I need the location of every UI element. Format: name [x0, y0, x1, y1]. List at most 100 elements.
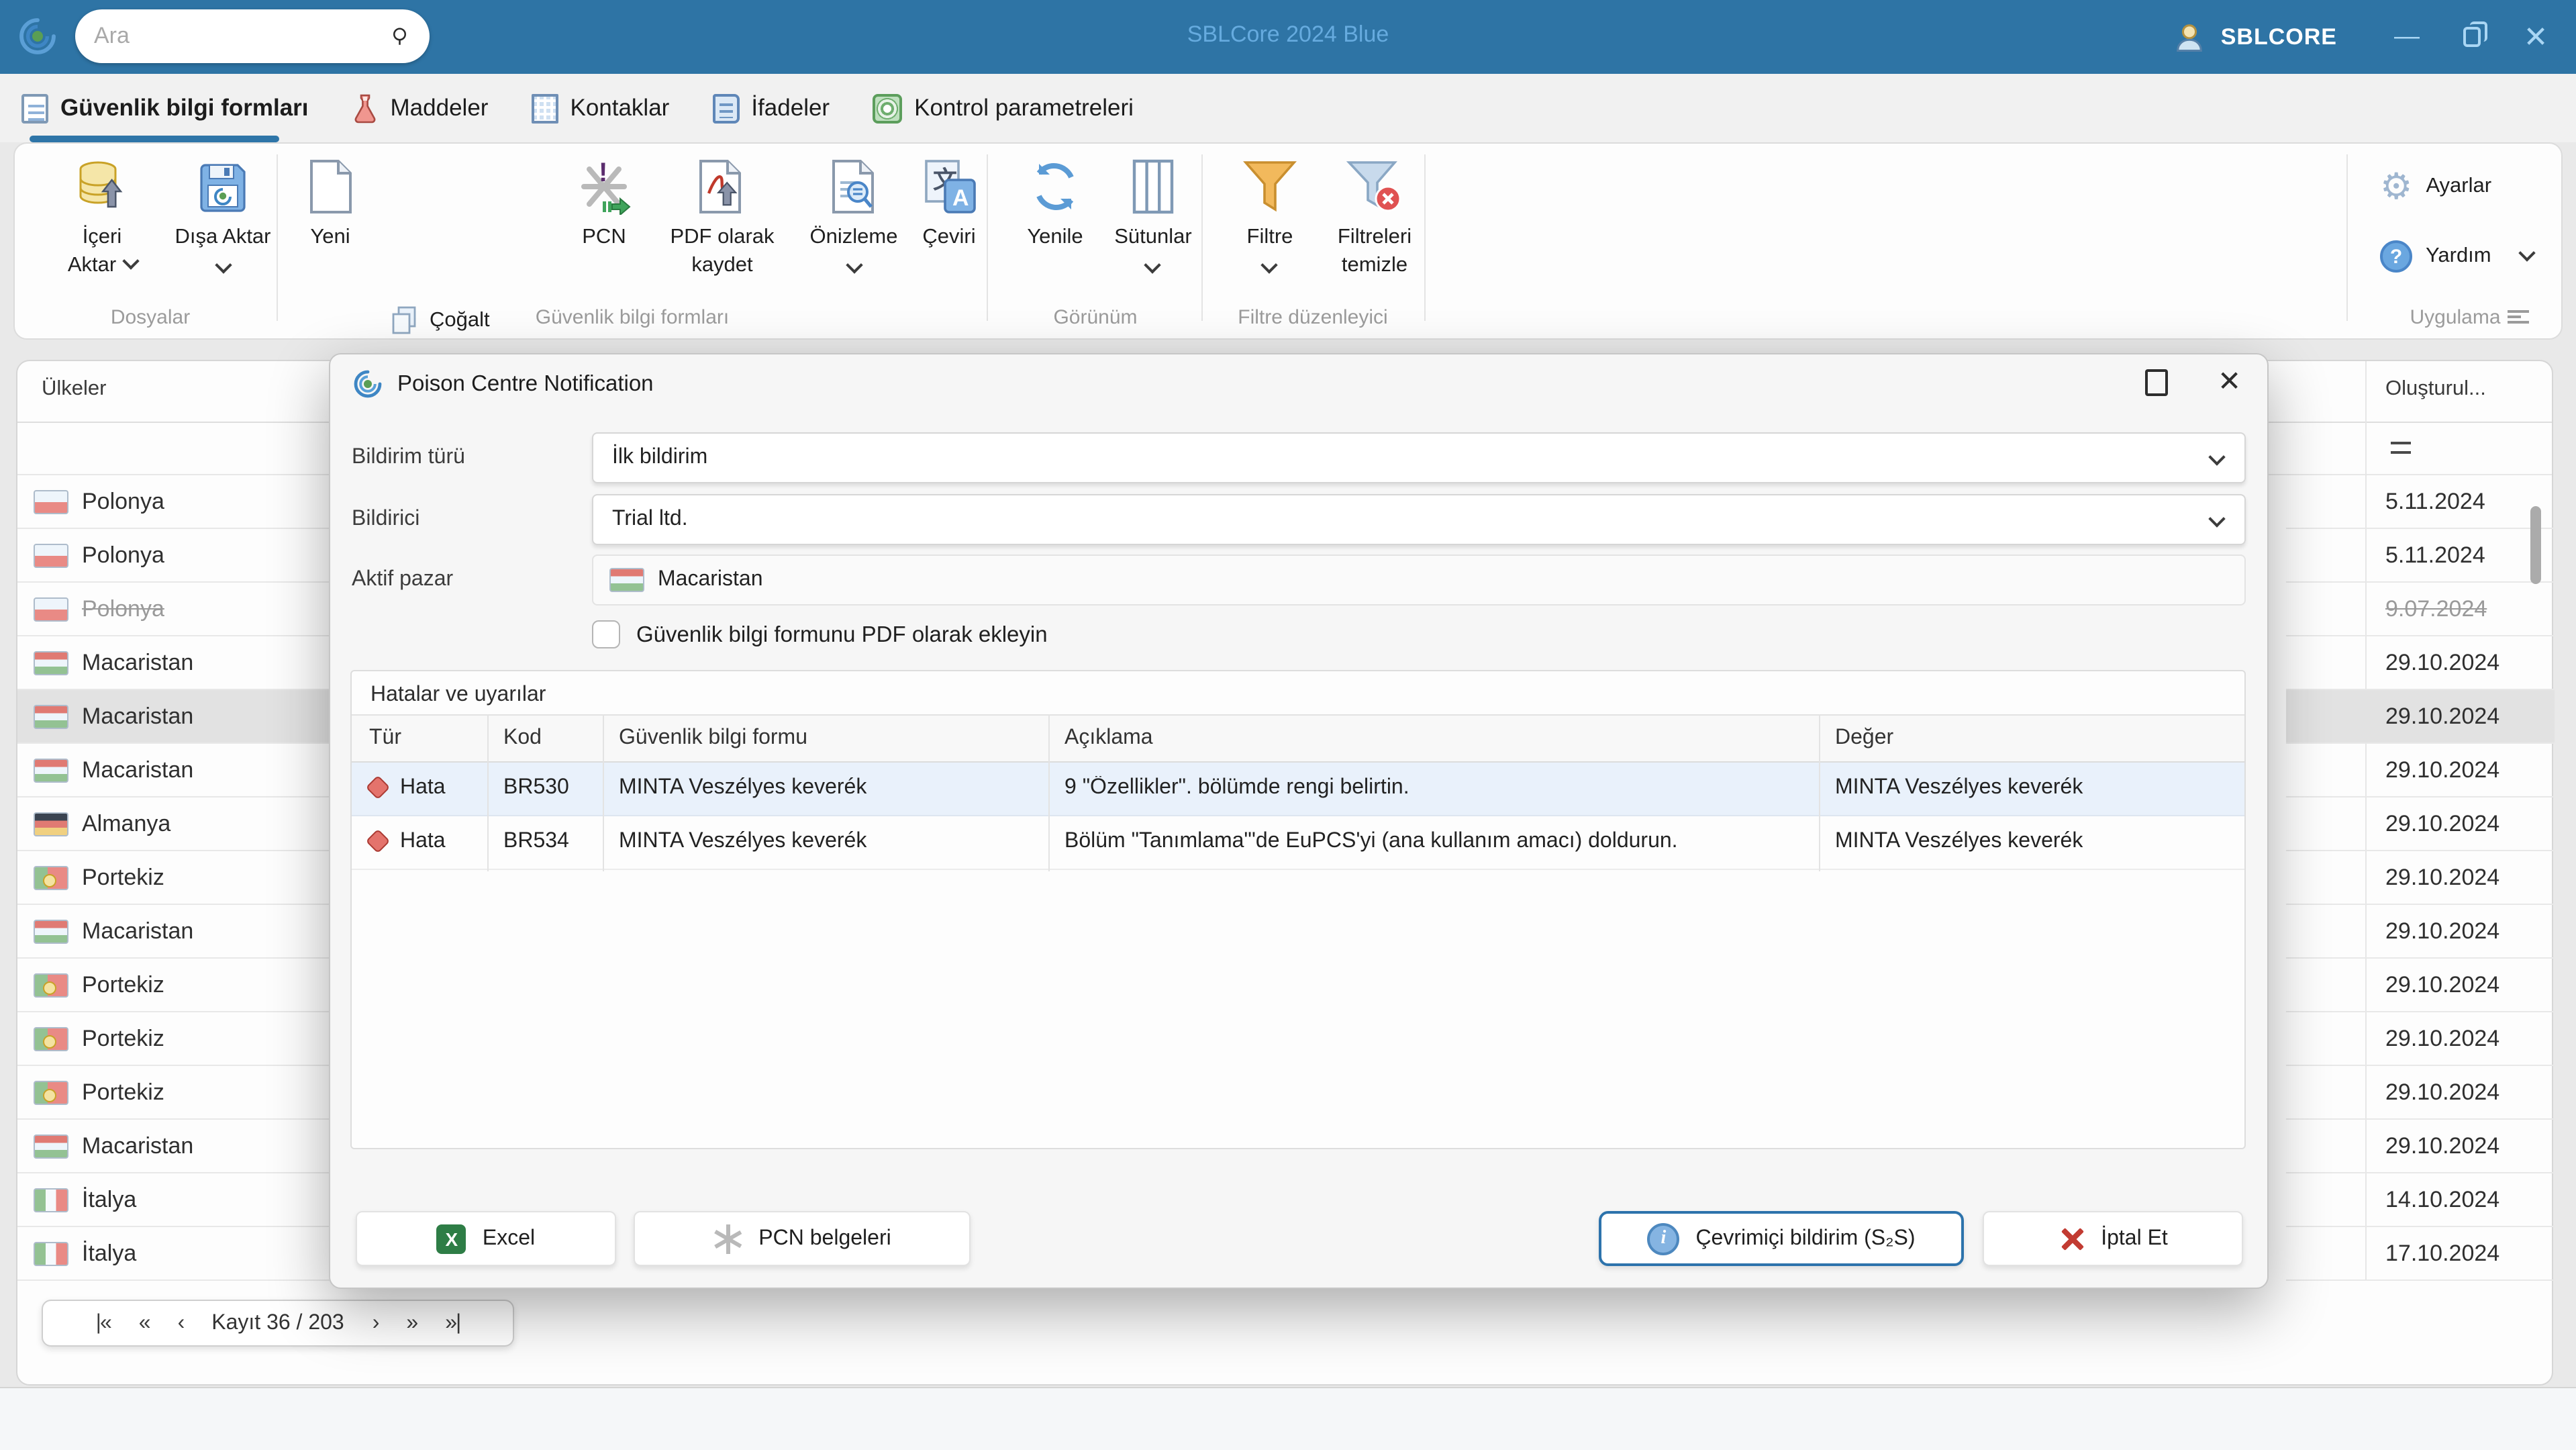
col-form[interactable]: Güvenlik bilgi formu: [619, 726, 807, 751]
chevron-down-icon: [1261, 256, 1279, 274]
equals-filter-icon[interactable]: [2391, 442, 2411, 454]
save-pdf-button[interactable]: PDF olarak kaydet: [654, 150, 791, 325]
created-date-cell[interactable]: 5.11.2024: [2286, 529, 2555, 583]
country-row[interactable]: İtalya: [17, 1227, 346, 1281]
created-date-cell[interactable]: 29.10.2024: [2286, 1012, 2555, 1066]
translate-button[interactable]: 文 A Çeviri: [906, 150, 992, 325]
country-row[interactable]: Polonya: [17, 583, 346, 636]
created-date-cell[interactable]: 29.10.2024: [2286, 798, 2555, 851]
user-avatar-icon[interactable]: [2173, 19, 2208, 54]
export-button[interactable]: Dışa Aktar: [162, 150, 283, 325]
columns-button[interactable]: Sütunlar: [1098, 150, 1208, 325]
error-row[interactable]: Hata BR530 MINTA Veszélyes keverék 9 "Özell…: [352, 763, 2244, 816]
account-name[interactable]: SBLCORE: [2221, 23, 2337, 50]
country-row[interactable]: Almanya: [17, 798, 346, 851]
created-date-cell[interactable]: 9.07.2024: [2286, 583, 2555, 636]
tab-kontrol-parametreleri[interactable]: Kontrol parametreleri: [873, 74, 1134, 142]
clear-filters-button[interactable]: Filtreleri temizle: [1317, 150, 1432, 325]
book-icon: [712, 93, 740, 123]
tab-ifadeler[interactable]: İfadeler: [712, 74, 830, 142]
country-row[interactable]: Macaristan: [17, 690, 346, 744]
cancel-x-icon: [2058, 1225, 2085, 1252]
group-label-dosyalar: Dosyalar: [110, 306, 191, 329]
dialog-header[interactable]: Poison Centre Notification ✕: [330, 354, 2267, 414]
created-date-cell[interactable]: 29.10.2024: [2286, 1120, 2555, 1173]
last-page-button[interactable]: »|: [445, 1311, 461, 1335]
col-deger[interactable]: Değer: [1835, 726, 1893, 751]
pagination-bar: |« « ‹ Kayıt 36 / 203 › » »|: [42, 1300, 514, 1347]
created-date-cell[interactable]: 29.10.2024: [2286, 959, 2555, 1012]
country-row[interactable]: Portekiz: [17, 959, 346, 1012]
cancel-button[interactable]: İptal Et: [1983, 1211, 2243, 1266]
restore-button[interactable]: [2439, 0, 2504, 74]
new-button[interactable]: Yeni: [287, 150, 373, 325]
created-date-cell[interactable]: 29.10.2024: [2286, 636, 2555, 690]
fast-prev-button[interactable]: «: [139, 1311, 151, 1335]
notification-type-select[interactable]: İlk bildirim: [592, 432, 2246, 483]
field-label-bildirici: Bildirici: [352, 508, 420, 530]
group-menu-icon[interactable]: [2508, 310, 2529, 324]
dialog-maximize-button[interactable]: [2145, 369, 2168, 396]
dialog-close-button[interactable]: ✕: [2218, 365, 2241, 399]
close-button[interactable]: ✕: [2504, 0, 2568, 74]
created-date-cell[interactable]: 17.10.2024: [2286, 1227, 2555, 1281]
import-button[interactable]: İçeri Aktar: [44, 150, 160, 325]
error-row[interactable]: Hata BR534 MINTA Veszélyes keverék Bölüm "T…: [352, 816, 2244, 870]
tab-maddeler[interactable]: Maddeler: [352, 74, 488, 142]
country-row[interactable]: Macaristan: [17, 636, 346, 690]
col-aciklama[interactable]: Açıklama: [1064, 726, 1153, 751]
created-date-cell[interactable]: 14.10.2024: [2286, 1173, 2555, 1227]
pcn-documents-button[interactable]: PCN belgeleri: [634, 1211, 971, 1266]
created-date-cell[interactable]: 29.10.2024: [2286, 744, 2555, 798]
created-date-cell[interactable]: 29.10.2024: [2286, 690, 2555, 744]
excel-button[interactable]: X Excel: [356, 1211, 616, 1266]
fast-next-button[interactable]: »: [406, 1311, 418, 1335]
country-row[interactable]: Macaristan: [17, 905, 346, 959]
excel-icon: X: [436, 1224, 466, 1253]
title-bar: SBLCore 2024 Blue SBLCORE — ✕: [0, 0, 2576, 74]
created-date-cell[interactable]: 29.10.2024: [2286, 1066, 2555, 1120]
col-tur[interactable]: Tür: [369, 726, 401, 751]
refresh-icon: [1027, 156, 1083, 215]
prev-page-button[interactable]: ‹: [178, 1311, 185, 1335]
filter-button[interactable]: Filtre: [1220, 150, 1320, 325]
notifier-select[interactable]: Trial ltd.: [592, 494, 2246, 545]
first-page-button[interactable]: |«: [96, 1311, 112, 1335]
country-row[interactable]: Portekiz: [17, 1012, 346, 1066]
country-row[interactable]: Macaristan: [17, 1120, 346, 1173]
app-window: SBLCore 2024 Blue SBLCORE — ✕ Güvenlik b…: [0, 0, 2576, 1450]
chevron-down-icon: [2518, 244, 2536, 261]
created-date-cell[interactable]: 29.10.2024: [2286, 851, 2555, 905]
created-date-cell[interactable]: 5.11.2024: [2286, 475, 2555, 529]
country-row[interactable]: Macaristan: [17, 744, 346, 798]
country-row[interactable]: Portekiz: [17, 851, 346, 905]
help-button[interactable]: ? Yardım: [2380, 240, 2536, 273]
duplicate-button[interactable]: Çoğalt: [391, 301, 506, 341]
preview-button[interactable]: Önizleme: [791, 150, 917, 325]
attach-pdf-checkbox[interactable]: [592, 620, 620, 648]
online-notification-button[interactable]: i Çevrimiçi bildirim (S₂S): [1599, 1211, 1964, 1266]
funnel-clear-icon: [1344, 156, 1405, 215]
tab-guvenlik-bilgi-formlari[interactable]: Güvenlik bilgi formları: [21, 74, 309, 142]
settings-button[interactable]: ⚙ Ayarlar: [2380, 168, 2491, 205]
funnel-icon: [1240, 156, 1299, 215]
country-row[interactable]: Polonya: [17, 475, 346, 529]
attach-pdf-checkbox-label[interactable]: Güvenlik bilgi formunu PDF olarak ekleyi…: [636, 623, 1048, 648]
minimize-button[interactable]: —: [2375, 0, 2439, 74]
hu-flag-icon: [34, 704, 68, 728]
country-row[interactable]: Polonya: [17, 529, 346, 583]
created-date-cell[interactable]: 29.10.2024: [2286, 905, 2555, 959]
col-kod[interactable]: Kod: [503, 726, 542, 751]
active-market-field[interactable]: Macaristan: [592, 554, 2246, 606]
country-row[interactable]: İtalya: [17, 1173, 346, 1227]
column-header-olusturul[interactable]: Oluşturul...: [2385, 377, 2486, 401]
tab-kontaklar[interactable]: Kontaklar: [531, 74, 669, 142]
pcn-button[interactable]: ! PCN: [560, 150, 648, 325]
country-row[interactable]: Portekiz: [17, 1066, 346, 1120]
error-form: MINTA Veszélyes keverék: [619, 830, 867, 853]
column-header-ulkeler[interactable]: Ülkeler: [42, 377, 106, 401]
vertical-scrollbar-thumb[interactable]: [2530, 506, 2541, 584]
next-page-button[interactable]: ›: [373, 1311, 380, 1335]
hu-flag-icon: [34, 919, 68, 943]
refresh-button[interactable]: Yenile: [1004, 150, 1106, 325]
